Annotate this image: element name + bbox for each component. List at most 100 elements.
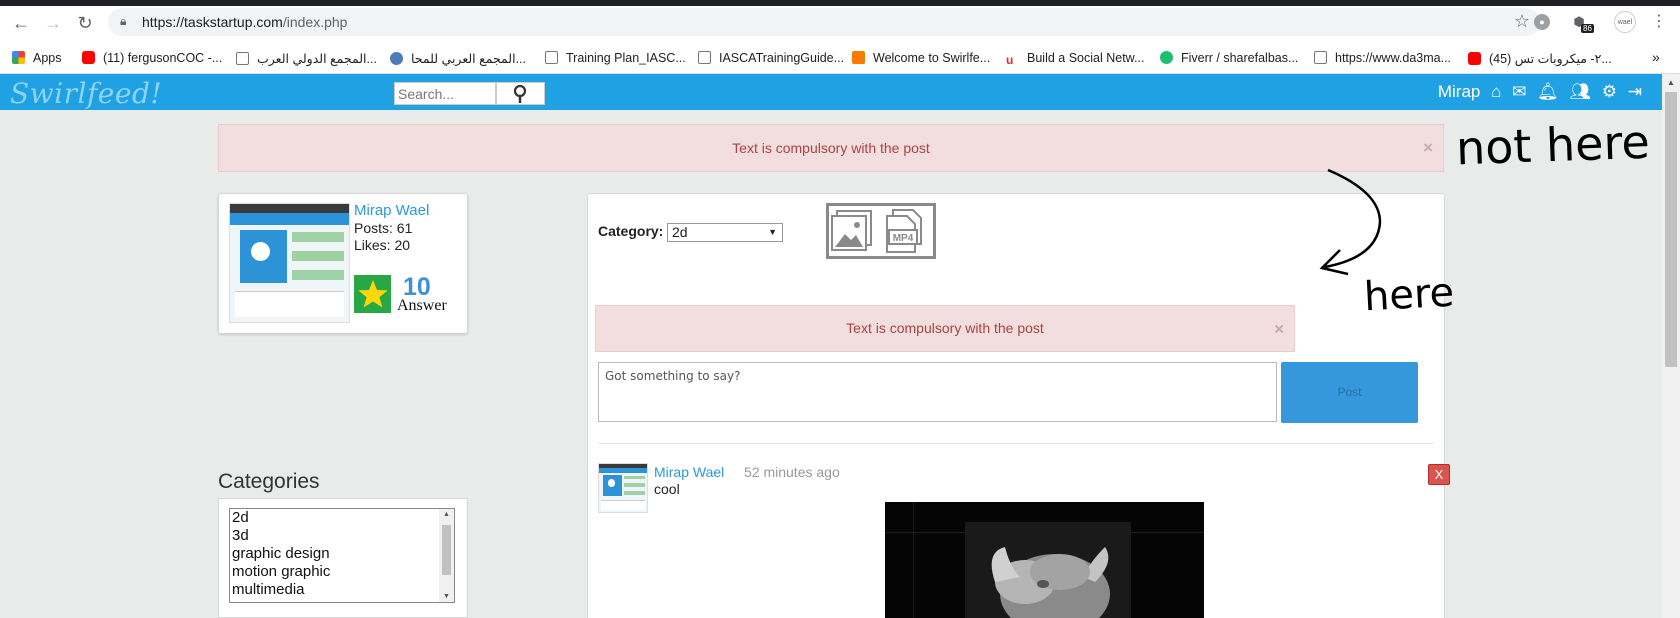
bookmark-youtube[interactable]: (11) fergusonCOC -... [82,51,222,65]
top-alert-close-icon[interactable]: × [1423,125,1433,171]
category-option[interactable]: multimedia [230,581,454,599]
category-select-value: 2d [672,224,688,240]
bell-icon[interactable]: 🔔︎ [1537,82,1559,102]
bookmark-item[interactable]: u Build a Social Netw... [1006,51,1144,67]
extension-icon[interactable]: ● [1534,14,1550,30]
username-link[interactable]: Mirap [1438,82,1481,102]
categories-listbox[interactable]: 2d 3d graphic design motion graphic mult… [229,508,455,603]
bookmark-item[interactable]: (45) ٢- ميكروبات تس... [1468,51,1612,66]
reload-icon[interactable]: ↻ [74,12,96,34]
listbox-scroll-thumb[interactable] [442,525,451,575]
top-alert-text: Text is compulsory with the post [732,140,930,156]
post-image[interactable] [885,502,1204,618]
scroll-up-icon[interactable]: ▲ [1667,78,1675,87]
scroll-thumb[interactable] [1665,92,1677,367]
url-host: https://taskstartup.com [142,14,283,30]
forward-icon[interactable]: → [42,12,64,34]
media-icons: MP4 [831,209,922,253]
page-icon [236,52,249,65]
categories-heading: Categories [218,470,320,493]
star-icon [357,280,388,308]
bookmark-item[interactable]: المجمع الدولي العرب... [236,51,377,66]
bookmarks-bar: Apps (11) fergusonCOC -... المجمع الدولي… [0,44,1680,74]
search-input[interactable]: Search... [394,82,496,105]
svg-text:MP4: MP4 [893,233,914,244]
post-author[interactable]: Mirap Wael [654,464,724,480]
extension-badge: 86 [1581,24,1594,33]
category-option[interactable]: graphic design [230,545,454,563]
site-icon [390,52,403,65]
profile-name[interactable]: Mirap Wael [354,202,429,219]
bookmark-star-icon[interactable]: ☆ [1514,11,1530,32]
app-navbar: Swirlfeed! Search... Mirap ⌂ ✉ 🔔︎ 👥︎ ⚙ ⇥ [0,74,1662,110]
categories-panel: 2d 3d graphic design motion graphic mult… [218,498,468,618]
divider [598,443,1434,444]
youtube-icon [1468,52,1481,65]
udemy-icon: u [1006,54,1019,67]
post-textarea[interactable]: Got something to say? [598,362,1277,422]
post-button[interactable]: Post [1281,362,1418,423]
inline-alert: Text is compulsory with the post × [595,305,1295,352]
delete-post-button[interactable]: X [1428,464,1450,485]
friends-icon[interactable]: 👥︎ [1569,82,1591,102]
media-upload-box[interactable]: MP4 [826,203,936,259]
star-badge [354,275,391,313]
sculpture-render [991,547,1110,618]
inline-alert-close-icon[interactable]: × [1274,306,1284,351]
page-scrollbar[interactable]: ▲ [1662,74,1680,618]
search-icon [513,84,526,103]
bookmark-apps[interactable]: Apps [12,51,62,65]
category-label: Category: [598,223,664,239]
profile-picture[interactable] [229,203,350,323]
top-alert: Text is compulsory with the post × [218,124,1444,172]
bookmarks-overflow[interactable]: » [1652,49,1660,65]
xampp-icon [852,51,865,64]
post-timestamp: 52 minutes ago [744,464,840,480]
profile-posts: Posts: 61 [354,220,413,236]
bookmark-item[interactable]: المجمع العربي للمحا... [390,51,526,66]
home-icon[interactable]: ⌂ [1491,82,1501,102]
bookmark-item[interactable]: Welcome to Swirlfe... [852,51,990,65]
fiverr-icon [1160,51,1173,64]
bookmark-item[interactable]: IASCATrainingGuide... [698,51,844,65]
lock-icon: 🔒︎ [120,14,127,28]
image-upload-icon [831,210,872,251]
search-button[interactable] [496,82,545,105]
post-image-content [965,522,1131,618]
annotation-here: here [1362,269,1456,321]
apps-grid-icon [12,51,25,64]
bookmark-item[interactable]: Training Plan_IASC... [545,51,686,65]
video-upload-icon: MP4 [886,209,922,253]
address-bar[interactable]: 🔒︎ https://taskstartup.com/index.php ☆ [108,8,1540,36]
logout-icon[interactable]: ⇥ [1628,82,1642,102]
page-icon [545,51,558,64]
nav-icons: Mirap ⌂ ✉ 🔔︎ 👥︎ ⚙ ⇥ [1432,82,1642,102]
category-option[interactable]: motion graphic [230,563,454,581]
category-select[interactable]: 2d ▼ [667,223,783,242]
browser-toolbar: ← → ↻ 🔒︎ https://taskstartup.com/index.p… [0,0,1680,44]
tab-strip [0,0,1680,6]
back-icon[interactable]: ← [10,12,32,34]
category-option[interactable]: 3d [230,527,454,545]
gear-icon[interactable]: ⚙ [1602,82,1617,102]
avatar[interactable]: wael [1614,11,1636,33]
answer-label: Answer [397,297,447,314]
category-option[interactable]: 2d [230,509,454,527]
page-icon [1314,51,1327,64]
menu-icon[interactable]: ⋮ [1648,11,1670,33]
annotation-not-here: not here [1455,114,1651,176]
scroll-up-icon[interactable]: ▲ [443,511,450,518]
inline-alert-text: Text is compulsory with the post [846,320,1044,336]
mail-icon[interactable]: ✉ [1512,82,1526,102]
bookmark-item[interactable]: Fiverr / sharefalbas... [1160,51,1298,65]
site-logo[interactable]: Swirlfeed! [10,77,162,110]
url-path: /index.php [282,14,348,30]
scroll-down-icon[interactable]: ▼ [443,593,450,600]
post-body: cool [654,481,680,497]
post-author-avatar[interactable] [598,463,648,513]
listbox-scrollbar[interactable]: ▲ ▼ [439,509,454,602]
chevron-down-icon: ▼ [768,227,777,237]
profile-card: Mirap Wael Posts: 61 Likes: 20 10 Answer [218,193,468,334]
profile-likes: Likes: 20 [354,237,411,253]
bookmark-item[interactable]: https://www.da3ma... [1314,51,1451,65]
